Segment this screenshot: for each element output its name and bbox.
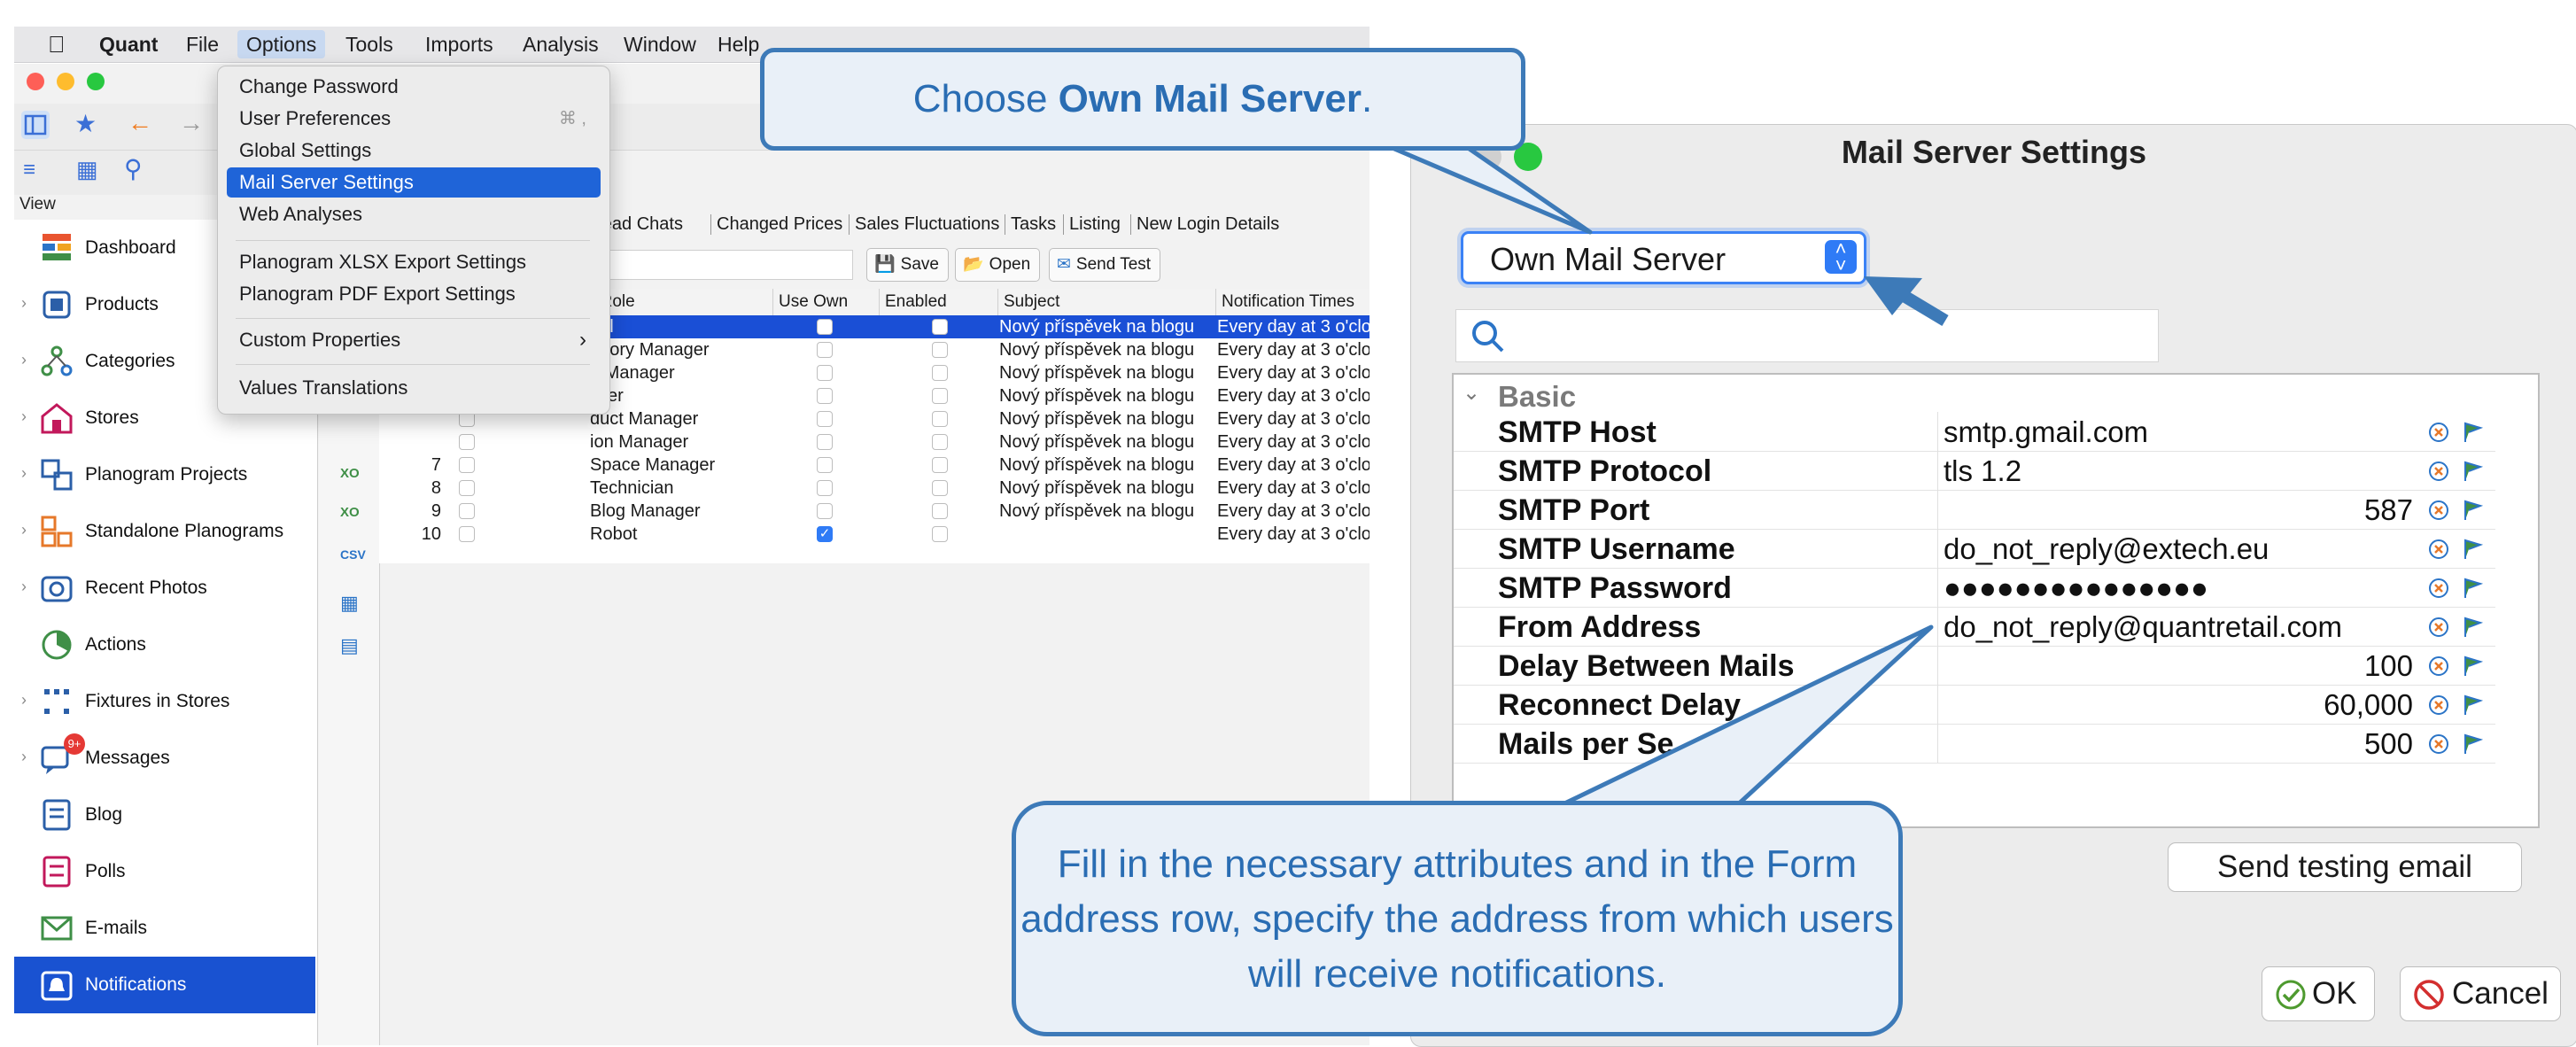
callout-choose-server: Choose Own Mail Server.: [760, 48, 1525, 151]
callout-fill-attributes: Fill in the necessary attributes and in …: [1012, 801, 1903, 1036]
callout-pointer-choose: [1379, 141, 1593, 235]
arrow-pointer-icon: [1864, 276, 1949, 327]
callout-pointer-fill: [1556, 624, 1934, 809]
